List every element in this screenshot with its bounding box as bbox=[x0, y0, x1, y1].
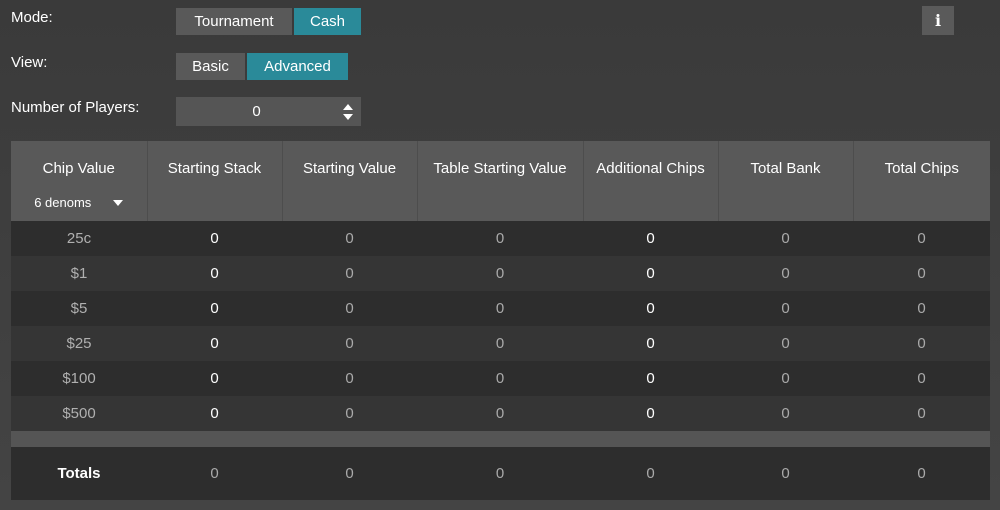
header-table-starting-value: Table Starting Value bbox=[417, 141, 584, 221]
table-starting-value-cell: 0 bbox=[417, 396, 583, 431]
total-chips-cell: 0 bbox=[853, 221, 990, 256]
totals-starting-value: 0 bbox=[282, 447, 417, 500]
chip-value-cell: $100 bbox=[11, 361, 147, 396]
totals-label: Totals bbox=[11, 447, 147, 500]
table-starting-value-cell: 0 bbox=[417, 256, 583, 291]
total-bank-cell: 0 bbox=[718, 326, 853, 361]
total-bank-cell: 0 bbox=[718, 221, 853, 256]
table-starting-value-cell: 0 bbox=[417, 221, 583, 256]
denoms-dropdown[interactable]: 6 denoms bbox=[11, 195, 147, 210]
totals-total-bank: 0 bbox=[718, 447, 853, 500]
info-icon[interactable]: i bbox=[922, 6, 954, 35]
starting-value-cell: 0 bbox=[282, 326, 417, 361]
totals-starting-stack: 0 bbox=[147, 447, 282, 500]
header-total-bank: Total Bank bbox=[718, 141, 854, 221]
table-divider bbox=[11, 431, 990, 447]
mode-toggle: Tournament Cash bbox=[176, 8, 361, 35]
header-starting-stack: Starting Stack bbox=[147, 141, 283, 221]
table-row: 25c 0 0 0 0 0 0 bbox=[11, 221, 990, 256]
table-header-row: Chip Value 6 denoms Starting Stack Start… bbox=[11, 141, 990, 221]
players-value[interactable]: 0 bbox=[176, 103, 335, 120]
starting-value-cell: 0 bbox=[282, 221, 417, 256]
chevron-down-icon bbox=[113, 199, 124, 206]
starting-stack-cell[interactable]: 0 bbox=[147, 256, 282, 291]
decrement-arrow-icon[interactable] bbox=[343, 113, 353, 120]
view-basic-button[interactable]: Basic bbox=[176, 53, 245, 80]
total-chips-cell: 0 bbox=[853, 256, 990, 291]
view-label: View: bbox=[11, 54, 48, 71]
increment-arrow-icon[interactable] bbox=[343, 103, 353, 110]
chip-value-cell: 25c bbox=[11, 221, 147, 256]
starting-value-cell: 0 bbox=[282, 291, 417, 326]
chip-value-cell: $25 bbox=[11, 326, 147, 361]
totals-row: Totals 0 0 0 0 0 0 bbox=[11, 447, 990, 500]
table-row: $25 0 0 0 0 0 0 bbox=[11, 326, 990, 361]
players-stepper[interactable]: 0 bbox=[176, 97, 361, 126]
view-advanced-button[interactable]: Advanced bbox=[247, 53, 348, 80]
table-starting-value-cell: 0 bbox=[417, 361, 583, 396]
starting-value-cell: 0 bbox=[282, 256, 417, 291]
additional-chips-cell[interactable]: 0 bbox=[583, 326, 718, 361]
starting-stack-cell[interactable]: 0 bbox=[147, 291, 282, 326]
table-row: $100 0 0 0 0 0 0 bbox=[11, 361, 990, 396]
total-bank-cell: 0 bbox=[718, 361, 853, 396]
total-chips-cell: 0 bbox=[853, 291, 990, 326]
denoms-label: 6 denoms bbox=[34, 195, 92, 210]
additional-chips-cell[interactable]: 0 bbox=[583, 291, 718, 326]
header-chip-value: Chip Value 6 denoms bbox=[11, 141, 148, 221]
starting-value-cell: 0 bbox=[282, 396, 417, 431]
table-row: $1 0 0 0 0 0 0 bbox=[11, 256, 990, 291]
chip-value-cell: $500 bbox=[11, 396, 147, 431]
header-starting-value: Starting Value bbox=[282, 141, 418, 221]
table-row: $5 0 0 0 0 0 0 bbox=[11, 291, 990, 326]
additional-chips-cell[interactable]: 0 bbox=[583, 396, 718, 431]
players-label: Number of Players: bbox=[11, 99, 140, 116]
total-chips-cell: 0 bbox=[853, 326, 990, 361]
additional-chips-cell[interactable]: 0 bbox=[583, 256, 718, 291]
mode-label: Mode: bbox=[11, 9, 53, 26]
chip-value-cell: $1 bbox=[11, 256, 147, 291]
table-row: $500 0 0 0 0 0 0 bbox=[11, 396, 990, 431]
total-chips-cell: 0 bbox=[853, 361, 990, 396]
starting-stack-cell[interactable]: 0 bbox=[147, 221, 282, 256]
header-additional-chips: Additional Chips bbox=[583, 141, 719, 221]
starting-stack-cell[interactable]: 0 bbox=[147, 326, 282, 361]
starting-value-cell: 0 bbox=[282, 361, 417, 396]
totals-total-chips: 0 bbox=[853, 447, 990, 500]
header-label: Chip Value bbox=[42, 160, 115, 177]
table-starting-value-cell: 0 bbox=[417, 291, 583, 326]
starting-stack-cell[interactable]: 0 bbox=[147, 396, 282, 431]
table-starting-value-cell: 0 bbox=[417, 326, 583, 361]
total-chips-cell: 0 bbox=[853, 396, 990, 431]
additional-chips-cell[interactable]: 0 bbox=[583, 221, 718, 256]
mode-cash-button[interactable]: Cash bbox=[294, 8, 361, 35]
chip-table: Chip Value 6 denoms Starting Stack Start… bbox=[11, 141, 990, 500]
mode-tournament-button[interactable]: Tournament bbox=[176, 8, 292, 35]
stepper-arrows bbox=[335, 103, 361, 120]
chip-value-cell: $5 bbox=[11, 291, 147, 326]
additional-chips-cell[interactable]: 0 bbox=[583, 361, 718, 396]
view-toggle: Basic Advanced bbox=[176, 53, 348, 80]
total-bank-cell: 0 bbox=[718, 256, 853, 291]
totals-table-starting-value: 0 bbox=[417, 447, 583, 500]
total-bank-cell: 0 bbox=[718, 291, 853, 326]
total-bank-cell: 0 bbox=[718, 396, 853, 431]
totals-additional-chips: 0 bbox=[583, 447, 718, 500]
starting-stack-cell[interactable]: 0 bbox=[147, 361, 282, 396]
header-total-chips: Total Chips bbox=[853, 141, 990, 221]
